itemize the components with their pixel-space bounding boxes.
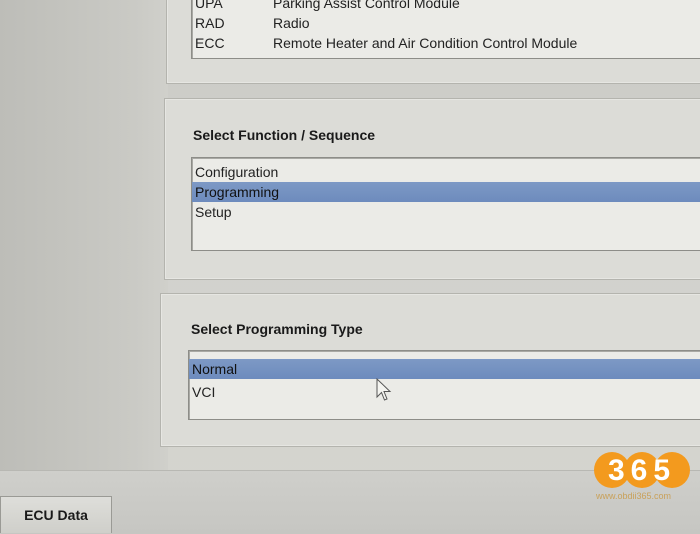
programming-type-panel: Select Programming Type Normal VCI bbox=[160, 293, 700, 447]
module-panel: UPA Parking Assist Control Module RAD Radi… bbox=[166, 0, 700, 84]
list-item[interactable]: ECC Remote Heater and Air Condition Contr… bbox=[192, 33, 700, 53]
module-name: Remote Heater and Air Condition Control … bbox=[273, 35, 578, 51]
function-option-configuration[interactable]: Configuration bbox=[192, 162, 700, 182]
module-code: UPA bbox=[195, 0, 223, 11]
programming-type-option-vci[interactable]: VCI bbox=[189, 382, 700, 402]
module-code: RAD bbox=[195, 15, 225, 31]
programming-type-title: Select Programming Type bbox=[191, 321, 363, 337]
watermark-logo-text: 365 bbox=[608, 454, 676, 487]
ecu-data-tab[interactable]: ECU Data bbox=[0, 496, 112, 533]
module-name: Radio bbox=[273, 15, 310, 31]
list-item[interactable]: RAD Radio bbox=[192, 13, 700, 33]
mouse-cursor-icon bbox=[376, 378, 392, 401]
list-item[interactable]: UPA Parking Assist Control Module bbox=[192, 0, 700, 13]
module-name: Parking Assist Control Module bbox=[273, 0, 460, 11]
module-listbox[interactable]: UPA Parking Assist Control Module RAD Radi… bbox=[191, 0, 700, 59]
function-option-setup[interactable]: Setup bbox=[192, 202, 700, 222]
programming-type-option-normal[interactable]: Normal bbox=[189, 359, 700, 379]
function-option-programming[interactable]: Programming bbox=[192, 182, 700, 202]
watermark-url: www.obdii365.com bbox=[596, 491, 672, 501]
function-listbox[interactable]: Configuration Programming Setup bbox=[191, 157, 700, 251]
function-section-title: Select Function / Sequence bbox=[193, 127, 376, 143]
programming-type-listbox[interactable]: Normal VCI bbox=[188, 350, 700, 420]
function-panel: Select Function / Sequence Configuration… bbox=[164, 98, 700, 280]
window-background-strip bbox=[0, 0, 168, 533]
module-code: ECC bbox=[195, 35, 225, 51]
